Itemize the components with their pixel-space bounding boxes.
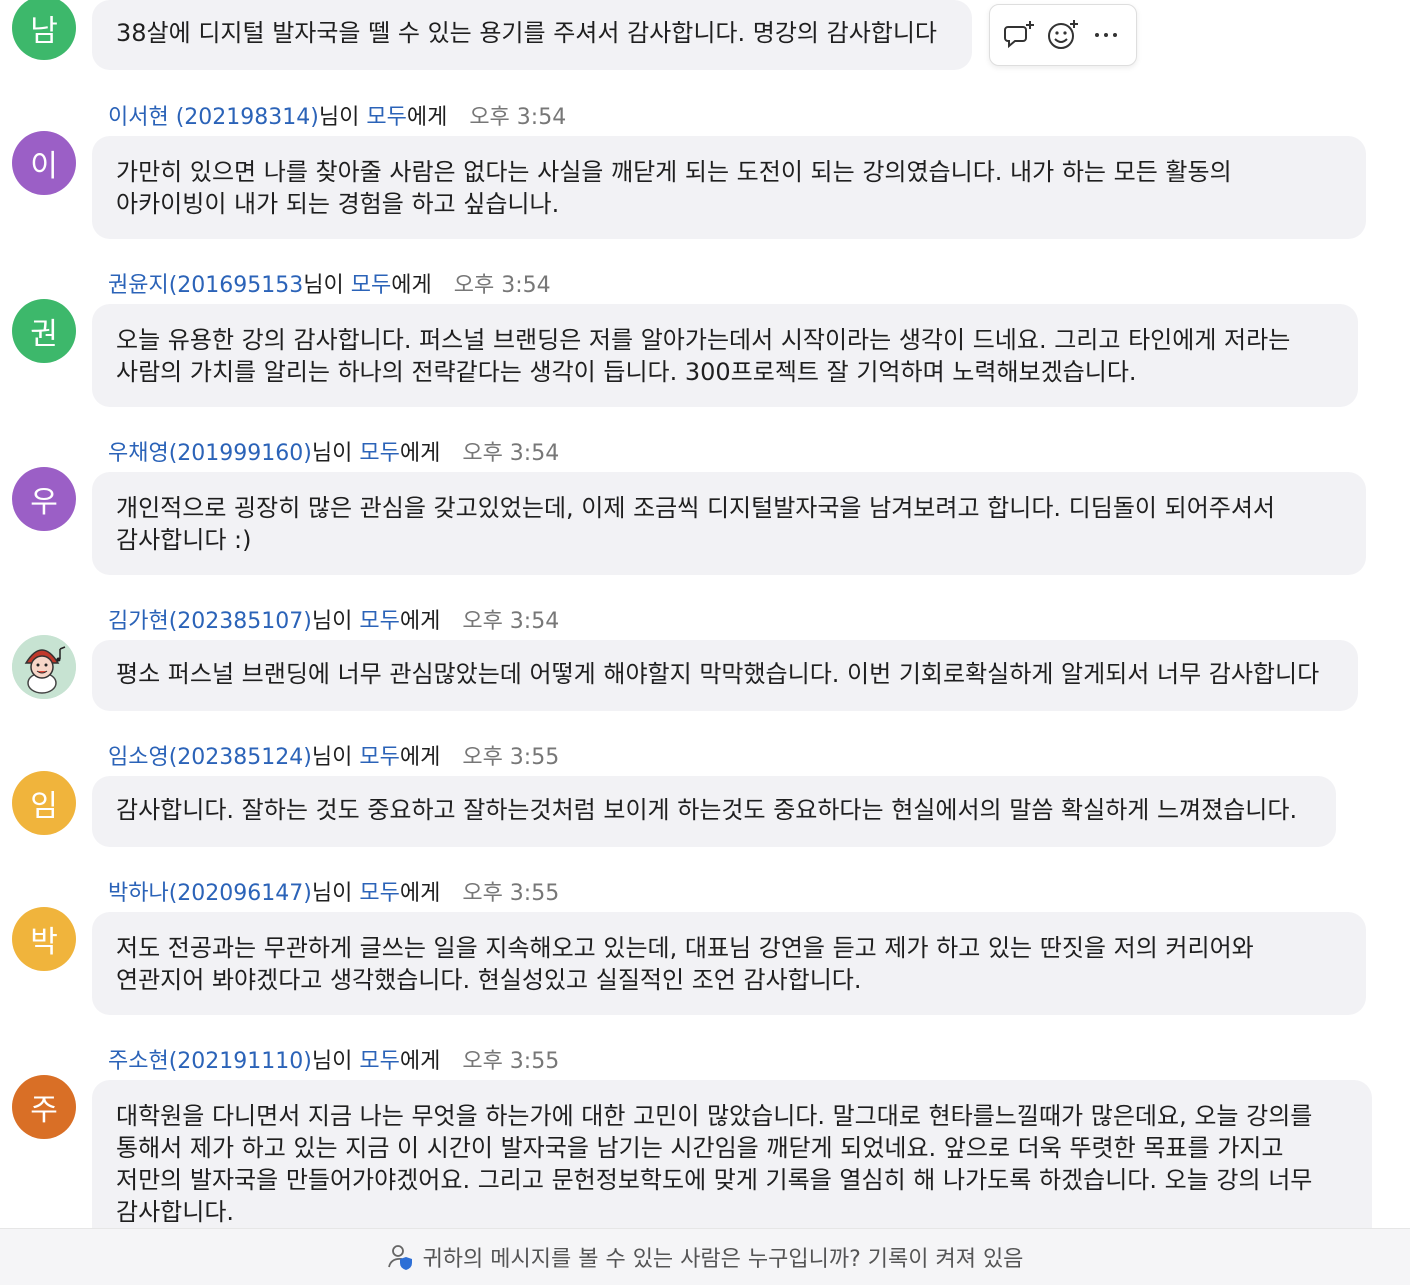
avatar-initial: 이: [30, 149, 58, 184]
message-bubble[interactable]: 평소 퍼스널 브랜딩에 너무 관심많았는데 어떻게 해야할지 막막했습니다. 이…: [92, 640, 1358, 711]
avatar[interactable]: 권: [12, 299, 76, 363]
message-text: 개인적으로 굉장히 많은 관심을 갖고있었는데, 이제 조금씩 디지털발자국을 …: [116, 494, 1276, 554]
avatar-initial: 임: [30, 789, 58, 824]
message-bubble[interactable]: 감사합니다. 잘하는 것도 중요하고 잘하는것처럼 보이게 하는것도 중요하다는…: [92, 776, 1336, 847]
message-header: 박하나(202096147)님이 모두에게 오후 3:55: [108, 880, 559, 908]
avatar-initial: 주: [30, 1093, 58, 1128]
visibility-shield-user-icon: [387, 1245, 412, 1270]
message-time: 오후 3:54: [453, 273, 551, 298]
message-header: 임소영(202385124)님이 모두에게 오후 3:55: [108, 744, 559, 772]
recipient-name[interactable]: 모두: [359, 1049, 399, 1074]
message-text: 38살에 디지털 발자국을 뗄 수 있는 용기를 주셔서 감사합니다. 명강의 …: [116, 19, 938, 47]
recipient-name[interactable]: 모두: [359, 881, 399, 906]
sender-suffix: 님이: [311, 1049, 360, 1074]
message-header: 김가현(202385107)님이 모두에게 오후 3:54: [108, 608, 559, 636]
reply-thread-button[interactable]: [1002, 17, 1038, 53]
avatar[interactable]: 남: [12, 0, 76, 60]
sender-name[interactable]: 우채영(201999160): [108, 441, 312, 466]
message-header: 주소현(202191110)님이 모두에게 오후 3:55: [108, 1048, 559, 1076]
avatar-initial: 권: [30, 317, 58, 352]
message-text: 대학원을 다니면서 지금 나는 무엇을 하는가에 대한 고민이 많았습니다. 말…: [116, 1102, 1313, 1226]
avatar[interactable]: 이: [12, 131, 76, 195]
sender-suffix: 님이: [303, 273, 351, 298]
message-text: 오늘 유용한 강의 감사합니다. 퍼스널 브랜딩은 저를 알아가는데서 시작이라…: [116, 326, 1291, 386]
sender-suffix: 님이: [311, 745, 360, 770]
add-reaction-button[interactable]: [1045, 17, 1081, 53]
message-time: 오후 3:54: [462, 609, 560, 634]
sender-name[interactable]: 임소영(202385124): [108, 745, 312, 770]
recipient-suffix: 에게: [391, 273, 432, 298]
sender-name[interactable]: 김가현(202385107): [108, 609, 312, 634]
message-time: 오후 3:55: [462, 1049, 560, 1074]
avatar-character-image[interactable]: [12, 635, 76, 699]
avatar[interactable]: 주: [12, 1075, 76, 1139]
avatar-initial: 박: [30, 925, 58, 960]
message-bubble[interactable]: 가만히 있으면 나를 찾아줄 사람은 없다는 사실을 깨닫게 되는 도전이 되는…: [92, 136, 1366, 239]
avatar-initial: 남: [30, 14, 58, 49]
avatar[interactable]: 박: [12, 907, 76, 971]
message-time: 오후 3:54: [462, 441, 560, 466]
message-text: 저도 전공과는 무관하게 글쓰는 일을 지속해오고 있는데, 대표님 강연을 듣…: [116, 934, 1254, 994]
sender-suffix: 님이: [311, 881, 360, 906]
recipient-name[interactable]: 모두: [359, 441, 399, 466]
sender-name[interactable]: 박하나(202096147): [108, 881, 312, 906]
message-bubble[interactable]: 38살에 디지털 발자국을 뗄 수 있는 용기를 주셔서 감사합니다. 명강의 …: [92, 0, 972, 70]
recipient-suffix: 에게: [399, 441, 441, 466]
more-options-button[interactable]: [1088, 17, 1124, 53]
message-bubble[interactable]: 오늘 유용한 강의 감사합니다. 퍼스널 브랜딩은 저를 알아가는데서 시작이라…: [92, 304, 1358, 407]
recipient-name[interactable]: 모두: [366, 105, 406, 130]
character-avatar-icon: [12, 635, 76, 699]
message-actions: [989, 4, 1137, 66]
recipient-suffix: 에게: [399, 1049, 441, 1074]
message-time: 오후 3:55: [462, 745, 560, 770]
recipient-suffix: 에게: [406, 105, 448, 130]
avatar-initial: 우: [30, 485, 58, 520]
message-text: 가만히 있으면 나를 찾아줄 사람은 없다는 사실을 깨닫게 되는 도전이 되는…: [116, 158, 1232, 218]
recipient-name[interactable]: 모두: [359, 745, 399, 770]
add-emoji-icon: [1047, 20, 1078, 49]
recipient-name[interactable]: 모두: [351, 273, 391, 298]
message-text: 감사합니다. 잘하는 것도 중요하고 잘하는것처럼 보이게 하는것도 중요하다는…: [116, 796, 1298, 824]
message-header: 권윤지(201695153님이 모두에게 오후 3:54: [108, 272, 551, 300]
sender-name[interactable]: 주소현(202191110): [108, 1049, 312, 1074]
avatar[interactable]: 임: [12, 771, 76, 835]
recipient-name[interactable]: 모두: [359, 609, 399, 634]
recipient-suffix: 에게: [399, 609, 441, 634]
message-header: 우채영(201999160)님이 모두에게 오후 3:54: [108, 440, 559, 468]
sender-suffix: 님이: [318, 105, 367, 130]
reply-thread-icon: [1003, 21, 1034, 49]
sender-suffix: 님이: [311, 609, 360, 634]
more-options-icon: [1095, 33, 1118, 37]
message-header: 이서현 (202198314)님이 모두에게 오후 3:54: [108, 104, 566, 132]
sender-name[interactable]: 권윤지(201695153: [108, 273, 303, 298]
message-text: 평소 퍼스널 브랜딩에 너무 관심많았는데 어떻게 해야할지 막막했습니다. 이…: [116, 660, 1320, 688]
message-time: 오후 3:54: [469, 105, 567, 130]
avatar[interactable]: 우: [12, 467, 76, 531]
recipient-suffix: 에게: [399, 745, 441, 770]
sender-suffix: 님이: [311, 441, 360, 466]
message-time: 오후 3:55: [462, 881, 560, 906]
message-bubble[interactable]: 개인적으로 굉장히 많은 관심을 갖고있었는데, 이제 조금씩 디지털발자국을 …: [92, 472, 1366, 575]
recipient-suffix: 에게: [399, 881, 441, 906]
message-bubble[interactable]: 저도 전공과는 무관하게 글쓰는 일을 지속해오고 있는데, 대표님 강연을 듣…: [92, 912, 1366, 1015]
visibility-text: 귀하의 메시지를 볼 수 있는 사람은 누구입니까? 기록이 켜져 있음: [422, 1247, 1024, 1272]
sender-name[interactable]: 이서현 (202198314): [108, 105, 319, 130]
message-visibility-bar[interactable]: 귀하의 메시지를 볼 수 있는 사람은 누구입니까? 기록이 켜져 있음: [0, 1228, 1410, 1285]
